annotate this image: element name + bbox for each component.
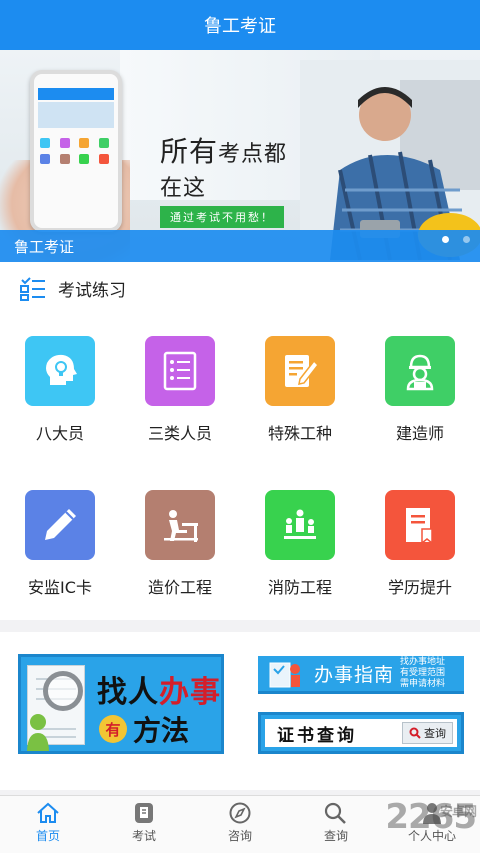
tab-label: 首页 xyxy=(35,829,60,843)
you-badge: 有 xyxy=(99,715,127,743)
tile-icon-bg xyxy=(25,490,95,560)
cert-query-button[interactable]: 查询 xyxy=(402,722,453,744)
guide-title: 办事指南 xyxy=(314,664,395,686)
guide-icon xyxy=(258,655,314,693)
tile-label: 建造师 xyxy=(395,424,444,443)
guide-subtitle: 找办事地址 有受理范围 需申请材料 xyxy=(400,657,446,689)
tab-label: 查询 xyxy=(323,829,348,843)
app-header: 鲁工考证 xyxy=(0,0,480,50)
exam-icon xyxy=(135,803,153,823)
banner-caption: 鲁工考证 xyxy=(0,230,480,262)
magnifier-icon xyxy=(43,671,83,711)
cert-title: 证书查询 xyxy=(277,725,357,746)
tile-label: 消防工程 xyxy=(267,578,332,597)
tile-label: 造价工程 xyxy=(147,578,212,597)
certificate-query-banner[interactable]: 证书查询 查询 xyxy=(258,712,464,754)
slogan-sub: 通过考试不用愁！ xyxy=(160,206,284,228)
tile-icon-bg xyxy=(145,336,215,406)
edit-doc-icon xyxy=(285,355,319,387)
find-text-a: 找人 xyxy=(97,675,159,710)
podium-icon xyxy=(284,509,316,539)
person-icon xyxy=(27,714,49,751)
tile-label: 三类人员 xyxy=(147,424,212,443)
engineer-icon xyxy=(406,354,434,391)
exam-item-teshu[interactable]: 特殊工种 xyxy=(240,336,360,444)
find-line2: 有 方法 xyxy=(99,709,189,749)
tab-label: 考试 xyxy=(131,829,156,843)
tile-icon-bg xyxy=(145,490,215,560)
tile-icon-bg xyxy=(25,336,95,406)
compass-icon xyxy=(229,802,251,824)
cert-box: 证书查询 查询 xyxy=(265,719,457,747)
section-header: 考试练习 xyxy=(20,276,126,301)
exam-item-jianzaoshi[interactable]: 建造师 xyxy=(360,336,480,444)
pencil-icon xyxy=(45,509,76,540)
find-text-method: 方法 xyxy=(133,714,190,747)
tile-icon-bg xyxy=(385,336,455,406)
pager-dot[interactable] xyxy=(463,236,470,243)
cert-query-label: 查询 xyxy=(424,727,446,740)
section-title: 考试练习 xyxy=(58,281,126,301)
search-icon xyxy=(409,727,421,739)
tile-label: 特殊工种 xyxy=(267,424,332,443)
exam-item-bada[interactable]: 八大员 xyxy=(0,336,120,444)
tab-exam[interactable]: 考试 xyxy=(96,796,192,853)
exam-practice-section: 考试练习 八大员 三类人员 特殊工种 建造师 安监IC卡 造价工程 消防工程 学… xyxy=(0,262,480,620)
tile-label: 安监IC卡 xyxy=(28,578,92,597)
watermark-logo: 2265 安卓网 xyxy=(385,797,477,837)
slogan-big: 所有 xyxy=(160,135,219,168)
watermark-site: 安卓网 xyxy=(439,805,477,820)
tile-label: 八大员 xyxy=(35,424,84,443)
home-icon xyxy=(37,802,59,823)
page-title: 鲁工考证 xyxy=(204,16,276,37)
bookmark-doc-icon xyxy=(406,508,433,545)
tab-home[interactable]: 首页 xyxy=(0,796,96,853)
exam-item-anjian[interactable]: 安监IC卡 xyxy=(0,490,120,598)
tile-icon-bg xyxy=(265,490,335,560)
exam-item-sanlei[interactable]: 三类人员 xyxy=(120,336,240,444)
carousel-pager xyxy=(442,236,470,243)
checklist-icon xyxy=(163,351,197,391)
tab-query[interactable]: 查询 xyxy=(288,796,384,853)
desk-person-icon xyxy=(164,510,198,542)
tile-label: 学历提升 xyxy=(387,578,452,597)
head-idea-icon xyxy=(46,354,77,385)
search-icon xyxy=(324,802,346,824)
exam-item-xiaofang[interactable]: 消防工程 xyxy=(240,490,360,598)
find-service-banner[interactable]: 找人办事 有 方法 xyxy=(18,654,224,754)
banner-carousel[interactable]: 所有考点都在这 通过考试不用愁！ 鲁工考证 xyxy=(0,50,480,262)
exam-item-zaojia[interactable]: 造价工程 xyxy=(120,490,240,598)
service-section: 找人办事 有 方法 办事指南 找办事地址 有受理范围 需申请材料 证书查询 查询 xyxy=(0,632,480,790)
checklist-icon xyxy=(20,276,45,301)
tab-label: 咨询 xyxy=(227,829,252,843)
app-root: 鲁工考证 所有考点都在这 通过考试不用愁！ 鲁工考证 考试练习 八大员 三类人员… xyxy=(0,0,480,853)
tile-icon-bg xyxy=(385,490,455,560)
find-line1: 找人办事 xyxy=(97,667,221,711)
banner-slogan: 所有考点都在这 通过考试不用愁！ xyxy=(160,130,310,228)
tile-icon-bg xyxy=(265,336,335,406)
phone-mockup xyxy=(30,70,122,232)
find-text-b: 办事 xyxy=(159,675,221,710)
exam-item-xueli[interactable]: 学历提升 xyxy=(360,490,480,598)
tab-consult[interactable]: 咨询 xyxy=(192,796,288,853)
pager-dot-active[interactable] xyxy=(442,236,449,243)
service-guide-banner[interactable]: 办事指南 找办事地址 有受理范围 需申请材料 xyxy=(258,656,464,694)
